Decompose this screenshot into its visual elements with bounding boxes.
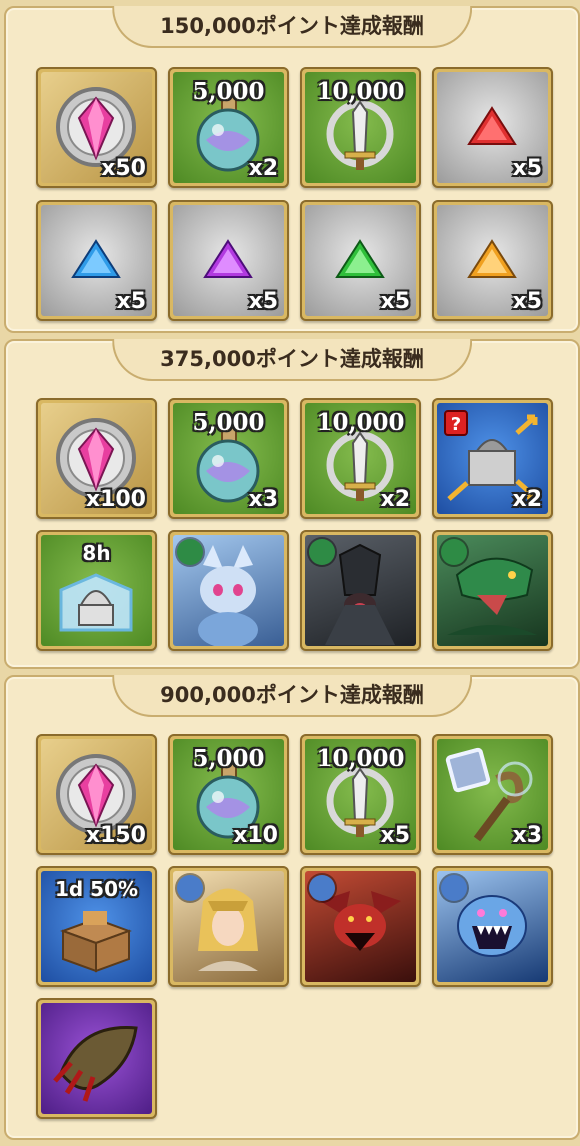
blue-element-badge-icon xyxy=(441,875,467,901)
item-quantity: x5 xyxy=(380,289,411,314)
reward-item[interactable]: 5,000 x10 xyxy=(168,734,289,855)
reward-item[interactable] xyxy=(168,866,289,987)
item-quantity: x10 xyxy=(233,823,278,848)
reward-item[interactable] xyxy=(300,530,421,651)
reward-item[interactable] xyxy=(168,530,289,651)
item-amount-label: 10,000 xyxy=(316,745,405,772)
blue-element-badge-icon xyxy=(177,875,203,901)
reward-item[interactable]: x150 xyxy=(36,734,157,855)
reward-item[interactable] xyxy=(432,866,553,987)
item-quantity: x150 xyxy=(85,823,146,848)
item-amount-label: 5,000 xyxy=(192,78,265,105)
item-quantity: x2 xyxy=(380,487,411,512)
item-quantity: x5 xyxy=(512,156,543,181)
reward-section-900000: 900,000ポイント達成報酬 x150 5,000 x10 10,000 x5… xyxy=(4,675,580,1140)
item-quantity: x100 xyxy=(85,487,146,512)
reward-item[interactable]: x50 xyxy=(36,67,157,188)
reward-item[interactable]: x5 xyxy=(168,200,289,321)
item-quantity: x5 xyxy=(380,823,411,848)
reward-item[interactable]: x5 xyxy=(300,200,421,321)
section-title: 375,000ポイント達成報酬 xyxy=(112,339,472,381)
claw-frame-icon xyxy=(53,1026,138,1102)
reward-item[interactable]: x5 xyxy=(432,200,553,321)
item-quantity: x5 xyxy=(248,289,279,314)
section-title: 900,000ポイント達成報酬 xyxy=(112,675,472,717)
section-title: 150,000ポイント達成報酬 xyxy=(112,6,472,48)
reward-item[interactable]: ? x2 xyxy=(432,398,553,519)
green-element-badge-icon xyxy=(177,539,203,565)
svg-text:?: ? xyxy=(451,414,461,435)
reward-item[interactable]: 10,000 xyxy=(300,67,421,188)
reward-item[interactable] xyxy=(432,530,553,651)
reward-item[interactable]: 10,000 x5 xyxy=(300,734,421,855)
reward-item[interactable]: 5,000 x3 xyxy=(168,398,289,519)
reward-item[interactable]: x5 xyxy=(432,67,553,188)
item-quantity: x5 xyxy=(512,289,543,314)
reward-item[interactable]: 10,000 x2 xyxy=(300,398,421,519)
reward-item[interactable] xyxy=(300,866,421,987)
reward-item[interactable] xyxy=(36,998,157,1119)
item-amount-label: 5,000 xyxy=(192,409,265,436)
item-quantity: x2 xyxy=(512,487,543,512)
item-amount-label: 1d 50% xyxy=(54,877,139,901)
reward-section-375000: 375,000ポイント達成報酬 x100 5,000 x3 10,000 x2 … xyxy=(4,339,580,669)
reward-item[interactable]: 8h xyxy=(36,530,157,651)
reward-item[interactable]: 5,000 x2 xyxy=(168,67,289,188)
item-quantity: x5 xyxy=(116,289,147,314)
item-quantity: x3 xyxy=(248,487,279,512)
reward-item[interactable]: 1d 50% xyxy=(36,866,157,987)
reward-item[interactable]: x5 xyxy=(36,200,157,321)
reward-list: 150,000ポイント達成報酬 x50 5,000 x2 10,000 x5 x… xyxy=(0,0,580,1146)
reward-item[interactable]: x100 xyxy=(36,398,157,519)
reward-section-150000: 150,000ポイント達成報酬 x50 5,000 x2 10,000 x5 x… xyxy=(4,6,580,333)
green-element-badge-icon xyxy=(309,539,335,565)
item-quantity: x2 xyxy=(248,156,279,181)
item-amount-label: 10,000 xyxy=(316,409,405,436)
item-amount-label: 8h xyxy=(82,541,111,565)
item-quantity: x3 xyxy=(512,823,543,848)
item-amount-label: 10,000 xyxy=(316,78,405,105)
reward-item[interactable]: x3 xyxy=(432,734,553,855)
green-element-badge-icon xyxy=(441,539,467,565)
item-amount-label: 5,000 xyxy=(192,745,265,772)
blue-element-badge-icon xyxy=(309,875,335,901)
item-quantity: x50 xyxy=(101,156,146,181)
